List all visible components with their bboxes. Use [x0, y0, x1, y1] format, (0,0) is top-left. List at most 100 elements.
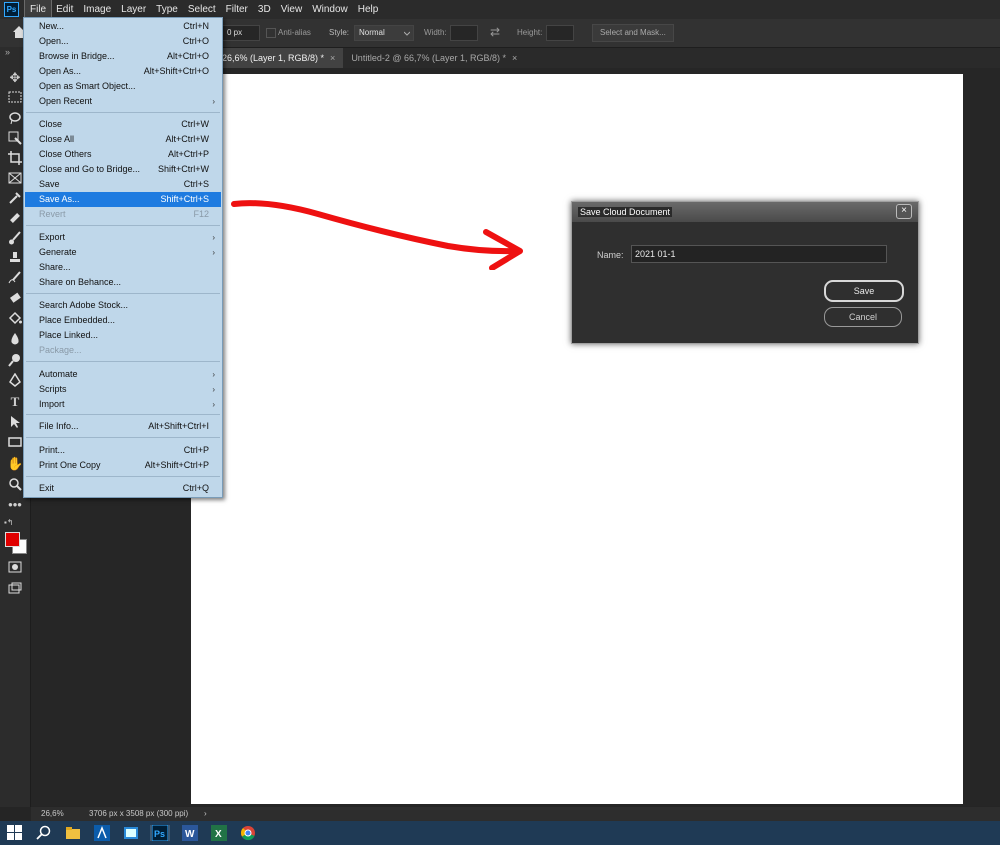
anti-alias-label: Anti-alias [278, 28, 311, 37]
menu-3d[interactable]: 3D [253, 0, 276, 19]
menu-filter[interactable]: Filter [221, 0, 253, 19]
menu-item-close-others[interactable]: Close Others Alt+Ctrl+P [25, 147, 221, 162]
brush-tool-icon[interactable] [7, 231, 23, 247]
svg-text:Ps: Ps [154, 829, 165, 839]
type-tool-icon[interactable]: T [7, 394, 23, 410]
menu-item-export[interactable]: Export › [25, 230, 221, 245]
word-icon[interactable]: W [182, 825, 198, 841]
tab-label: 26,6% (Layer 1, RGB/8) * [222, 53, 325, 63]
windows-start-icon[interactable] [7, 825, 23, 841]
frame-tool-icon[interactable] [7, 171, 23, 187]
width-label: Width: [424, 28, 447, 37]
menu-item-save[interactable]: Save Ctrl+S [25, 177, 221, 192]
file-explorer-icon[interactable] [65, 825, 81, 841]
move-tool-icon[interactable]: ✥ [7, 70, 23, 86]
menu-item-search-adobe-stock[interactable]: Search Adobe Stock... [25, 298, 221, 313]
stamp-tool-icon[interactable] [7, 251, 23, 267]
document-tab-bar: 26,6% (Layer 1, RGB/8) * × Untitled-2 @ 6… [190, 48, 1000, 68]
menu-item-close[interactable]: Close Ctrl+W [25, 117, 221, 132]
anti-alias-checkbox[interactable] [266, 28, 276, 38]
menu-item-open[interactable]: Open... Ctrl+O [25, 34, 221, 49]
default-colors-icon[interactable]: ▪↰ [4, 518, 14, 527]
menu-view[interactable]: View [276, 0, 308, 19]
search-icon[interactable] [36, 825, 52, 841]
menu-item-print[interactable]: Print... Ctrl+P [25, 443, 221, 458]
close-tab-icon[interactable]: × [330, 53, 335, 63]
height-label: Height: [517, 28, 543, 37]
cancel-button[interactable]: Cancel [824, 307, 902, 327]
menu-item-scripts[interactable]: Scripts › [25, 382, 221, 397]
lasso-tool-icon[interactable] [7, 111, 23, 127]
document-canvas[interactable] [191, 74, 963, 804]
chevron-right-icon: › [212, 233, 215, 242]
select-and-mask-button[interactable]: Select and Mask... [592, 24, 674, 42]
hand-tool-icon[interactable]: ✋ [7, 456, 23, 472]
healing-brush-tool-icon[interactable] [7, 211, 23, 227]
close-icon[interactable]: × [896, 204, 912, 219]
crop-tool-icon[interactable] [7, 151, 23, 167]
width-input[interactable] [450, 25, 478, 41]
menu-item-open-as-smart-object[interactable]: Open as Smart Object... [25, 79, 221, 94]
feather-input[interactable]: 0 px [222, 25, 260, 41]
foreground-color-swatch[interactable] [5, 532, 20, 547]
app-icon[interactable] [94, 825, 110, 841]
excel-icon[interactable]: X [211, 825, 227, 841]
menu-item-print-one-copy[interactable]: Print One Copy Alt+Shift+Ctrl+P [25, 458, 221, 473]
menu-item-generate[interactable]: Generate › [25, 245, 221, 260]
annotation-arrow [231, 200, 523, 270]
swap-icon[interactable]: ⇄ [490, 25, 500, 39]
menu-item-share[interactable]: Share... [25, 260, 221, 275]
zoom-level[interactable]: 26,6% [41, 807, 64, 821]
path-selection-tool-icon[interactable] [7, 415, 23, 431]
quick-mask-icon[interactable] [7, 561, 23, 577]
menu-separator [26, 476, 220, 477]
menu-item-place-embedded[interactable]: Place Embedded... [25, 313, 221, 328]
menu-separator [26, 112, 220, 113]
height-input[interactable] [546, 25, 574, 41]
menu-item-new[interactable]: New... Ctrl+N [25, 19, 221, 34]
more-tools-icon[interactable]: ••• [7, 497, 23, 513]
menu-item-exit[interactable]: Exit Ctrl+Q [25, 481, 221, 496]
menu-item-save-as[interactable]: Save As... Shift+Ctrl+S [25, 192, 221, 207]
rectangle-tool-icon[interactable] [7, 435, 23, 451]
photos-app-icon[interactable] [123, 825, 139, 841]
object-selection-tool-icon[interactable] [7, 131, 23, 147]
collapse-icon[interactable]: » [5, 47, 10, 57]
blur-tool-icon[interactable] [7, 332, 23, 348]
tab-document-untitled-2[interactable]: Untitled-2 @ 66,7% (Layer 1, RGB/8) * × [343, 48, 525, 68]
marquee-tool-icon[interactable] [7, 91, 23, 107]
chrome-icon[interactable] [240, 825, 256, 841]
menu-item-close-and-go-to-bridge[interactable]: Close and Go to Bridge... Shift+Ctrl+W [25, 162, 221, 177]
style-select[interactable]: Normal [354, 25, 414, 41]
history-brush-tool-icon[interactable] [7, 271, 23, 287]
menu-item-open-recent[interactable]: Open Recent › [25, 94, 221, 109]
menu-item-open-as[interactable]: Open As... Alt+Shift+Ctrl+O [25, 64, 221, 79]
menu-item-share-on-behance[interactable]: Share on Behance... [25, 275, 221, 290]
eyedropper-tool-icon[interactable] [7, 191, 23, 207]
pen-tool-icon[interactable] [7, 372, 23, 389]
close-tab-icon[interactable]: × [512, 53, 517, 63]
chevron-right-icon[interactable]: › [204, 807, 207, 821]
photoshop-taskbar-icon[interactable]: Ps [150, 824, 170, 842]
eraser-tool-icon[interactable] [7, 291, 23, 307]
menu-item-browse-in-bridge[interactable]: Browse in Bridge... Alt+Ctrl+O [25, 49, 221, 64]
save-button[interactable]: Save [824, 280, 904, 302]
menu-item-file-info[interactable]: File Info... Alt+Shift+Ctrl+I [25, 419, 221, 434]
svg-text:X: X [215, 829, 222, 840]
menu-item-automate[interactable]: Automate › [25, 367, 221, 382]
dodge-tool-icon[interactable] [7, 353, 23, 369]
name-input[interactable] [631, 245, 887, 263]
screen-mode-icon[interactable] [7, 582, 23, 598]
menu-separator [26, 225, 220, 226]
photoshop-logo-icon: Ps [4, 2, 19, 17]
menu-help[interactable]: Help [353, 0, 384, 19]
paint-bucket-tool-icon[interactable] [7, 311, 23, 327]
svg-text:W: W [185, 829, 195, 840]
chevron-down-icon [403, 29, 411, 39]
menu-window[interactable]: Window [307, 0, 353, 19]
menu-item-place-linked[interactable]: Place Linked... [25, 328, 221, 343]
menu-separator [26, 437, 220, 438]
menu-item-close-all[interactable]: Close All Alt+Ctrl+W [25, 132, 221, 147]
menu-item-import[interactable]: Import › [25, 397, 221, 412]
zoom-tool-icon[interactable] [7, 477, 23, 493]
